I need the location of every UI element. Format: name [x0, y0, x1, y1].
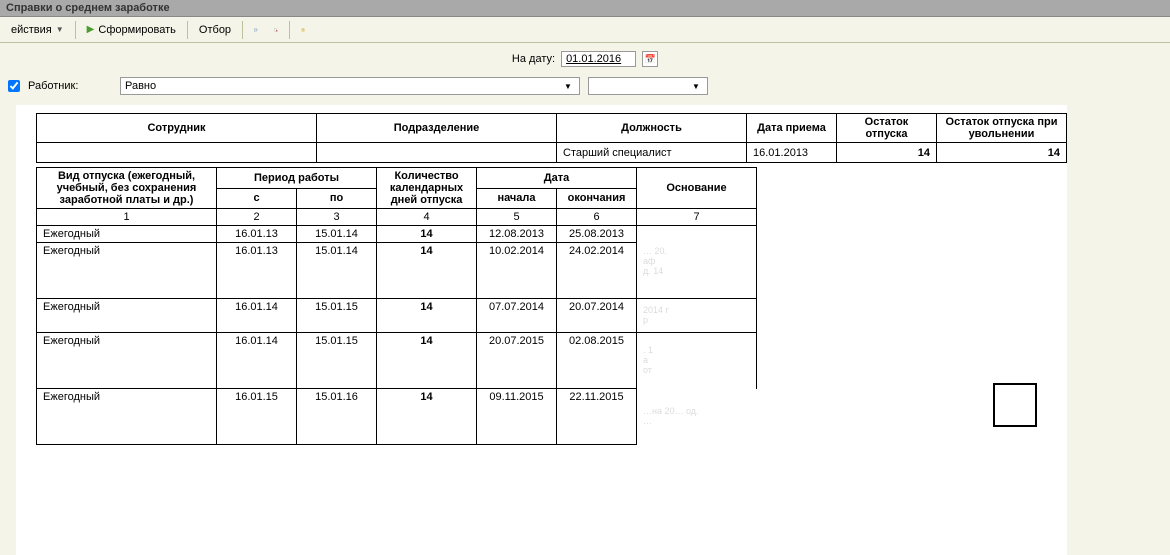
- col-period: Период работы: [217, 168, 377, 189]
- table-row: Ежегодный 16.01.15 15.01.16 14 09.11.201…: [37, 389, 757, 445]
- summary-table: Сотрудник Подразделение Должность Дата п…: [36, 113, 1067, 163]
- col-hire-date: Дата приема: [747, 114, 837, 143]
- col-basis: Основание: [637, 168, 757, 209]
- toolbar-separator: [187, 21, 188, 39]
- help-icon: ?: [301, 22, 305, 38]
- help-button[interactable]: ?: [294, 21, 312, 39]
- detail-table: Вид отпуска (ежегодный, учебный, без сох…: [36, 167, 757, 445]
- col-date: Дата: [477, 168, 637, 189]
- col-position: Должность: [557, 114, 747, 143]
- worker-filter-row: Работник: Равно ▼ ▼: [8, 77, 1162, 101]
- chevron-down-icon: ▼: [561, 79, 575, 93]
- toolbar: ействия ▼ ▶ Сформировать Отбор ?: [0, 17, 1170, 43]
- chevron-down-icon: ▼: [56, 25, 64, 34]
- export-button[interactable]: [247, 21, 265, 39]
- col-days: Количество календарных дней отпуска: [377, 168, 477, 209]
- col-vacation-rest-fire: Остаток отпуска при увольнении: [937, 114, 1067, 143]
- worker-label: Работник:: [28, 80, 112, 92]
- window-title: Справки о среднем заработке: [6, 2, 170, 14]
- col-to: по: [297, 188, 377, 209]
- basis-text: … 20.афд. 14: [637, 226, 757, 299]
- tree-collapse-gutter[interactable]: [0, 105, 16, 555]
- date-input[interactable]: [561, 51, 636, 67]
- run-button[interactable]: ▶ Сформировать: [80, 21, 183, 39]
- basis-text: . 1аот: [637, 333, 757, 389]
- col-employee: Сотрудник: [37, 114, 317, 143]
- basis-text: …на 20… од.…: [637, 389, 757, 445]
- toolbar-separator: [289, 21, 290, 39]
- table-row: Ежегодный 16.01.14 15.01.15 14 20.07.201…: [37, 333, 757, 389]
- table-row: Ежегодный 16.01.13 15.01.14 14 12.08.201…: [37, 226, 757, 243]
- date-filter-row: На дату: 📅: [8, 47, 1162, 71]
- operator-combobox[interactable]: Равно ▼: [120, 77, 580, 95]
- col-vacation-rest: Остаток отпуска: [837, 114, 937, 143]
- filter-button[interactable]: Отбор: [192, 21, 238, 39]
- col-type: Вид отпуска (ежегодный, учебный, без сох…: [37, 168, 217, 209]
- table-row: Ежегодный 16.01.14 15.01.15 14 07.07.201…: [37, 299, 757, 333]
- table-export-icon: [254, 22, 258, 38]
- worker-checkbox[interactable]: [8, 80, 20, 92]
- report-area: Сотрудник Подразделение Должность Дата п…: [16, 105, 1067, 555]
- settings-button[interactable]: [267, 21, 285, 39]
- worker-value-combobox[interactable]: ▼: [588, 77, 708, 95]
- basis-text: 2014 гр: [637, 299, 757, 333]
- col-department: Подразделение: [317, 114, 557, 143]
- toolbar-separator: [242, 21, 243, 39]
- col-date-from: начала: [477, 188, 557, 209]
- col-number-row: 1 2 3 4 5 6 7: [37, 209, 757, 226]
- col-from: с: [217, 188, 297, 209]
- selection-box: [993, 383, 1037, 427]
- chevron-down-icon: ▼: [689, 79, 703, 93]
- filter-panel: На дату: 📅 Работник: Равно ▼ ▼: [0, 43, 1170, 105]
- date-label: На дату:: [512, 53, 555, 65]
- summary-row: Старший специалист 16.01.2013 14 14: [37, 143, 1067, 163]
- calendar-icon[interactable]: 📅: [642, 51, 658, 67]
- window-title-bar: Справки о среднем заработке: [0, 0, 1170, 17]
- toolbar-separator: [75, 21, 76, 39]
- tools-icon: [274, 22, 278, 38]
- play-icon: ▶: [87, 24, 95, 35]
- actions-menu-button[interactable]: ействия ▼: [4, 21, 71, 39]
- col-date-to: окончания: [557, 188, 637, 209]
